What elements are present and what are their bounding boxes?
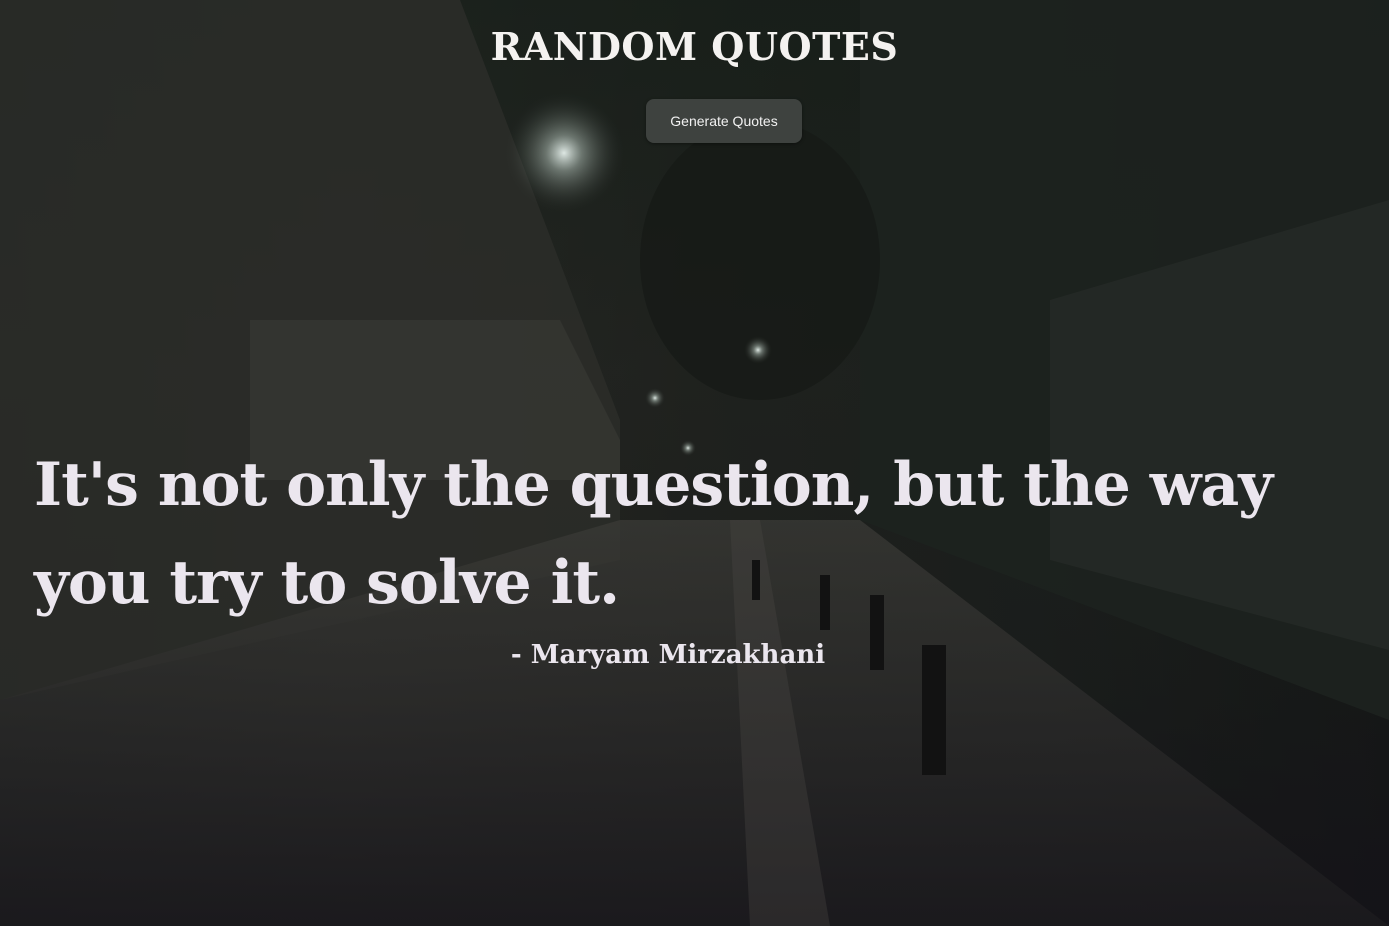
quote-author: - Maryam Mirzakhani	[510, 640, 826, 670]
generate-quotes-button[interactable]: Generate Quotes	[646, 99, 802, 143]
quote-text: It's not only the question, but the way …	[34, 450, 1273, 618]
page-title: RANDOM QUOTES	[490, 24, 899, 69]
